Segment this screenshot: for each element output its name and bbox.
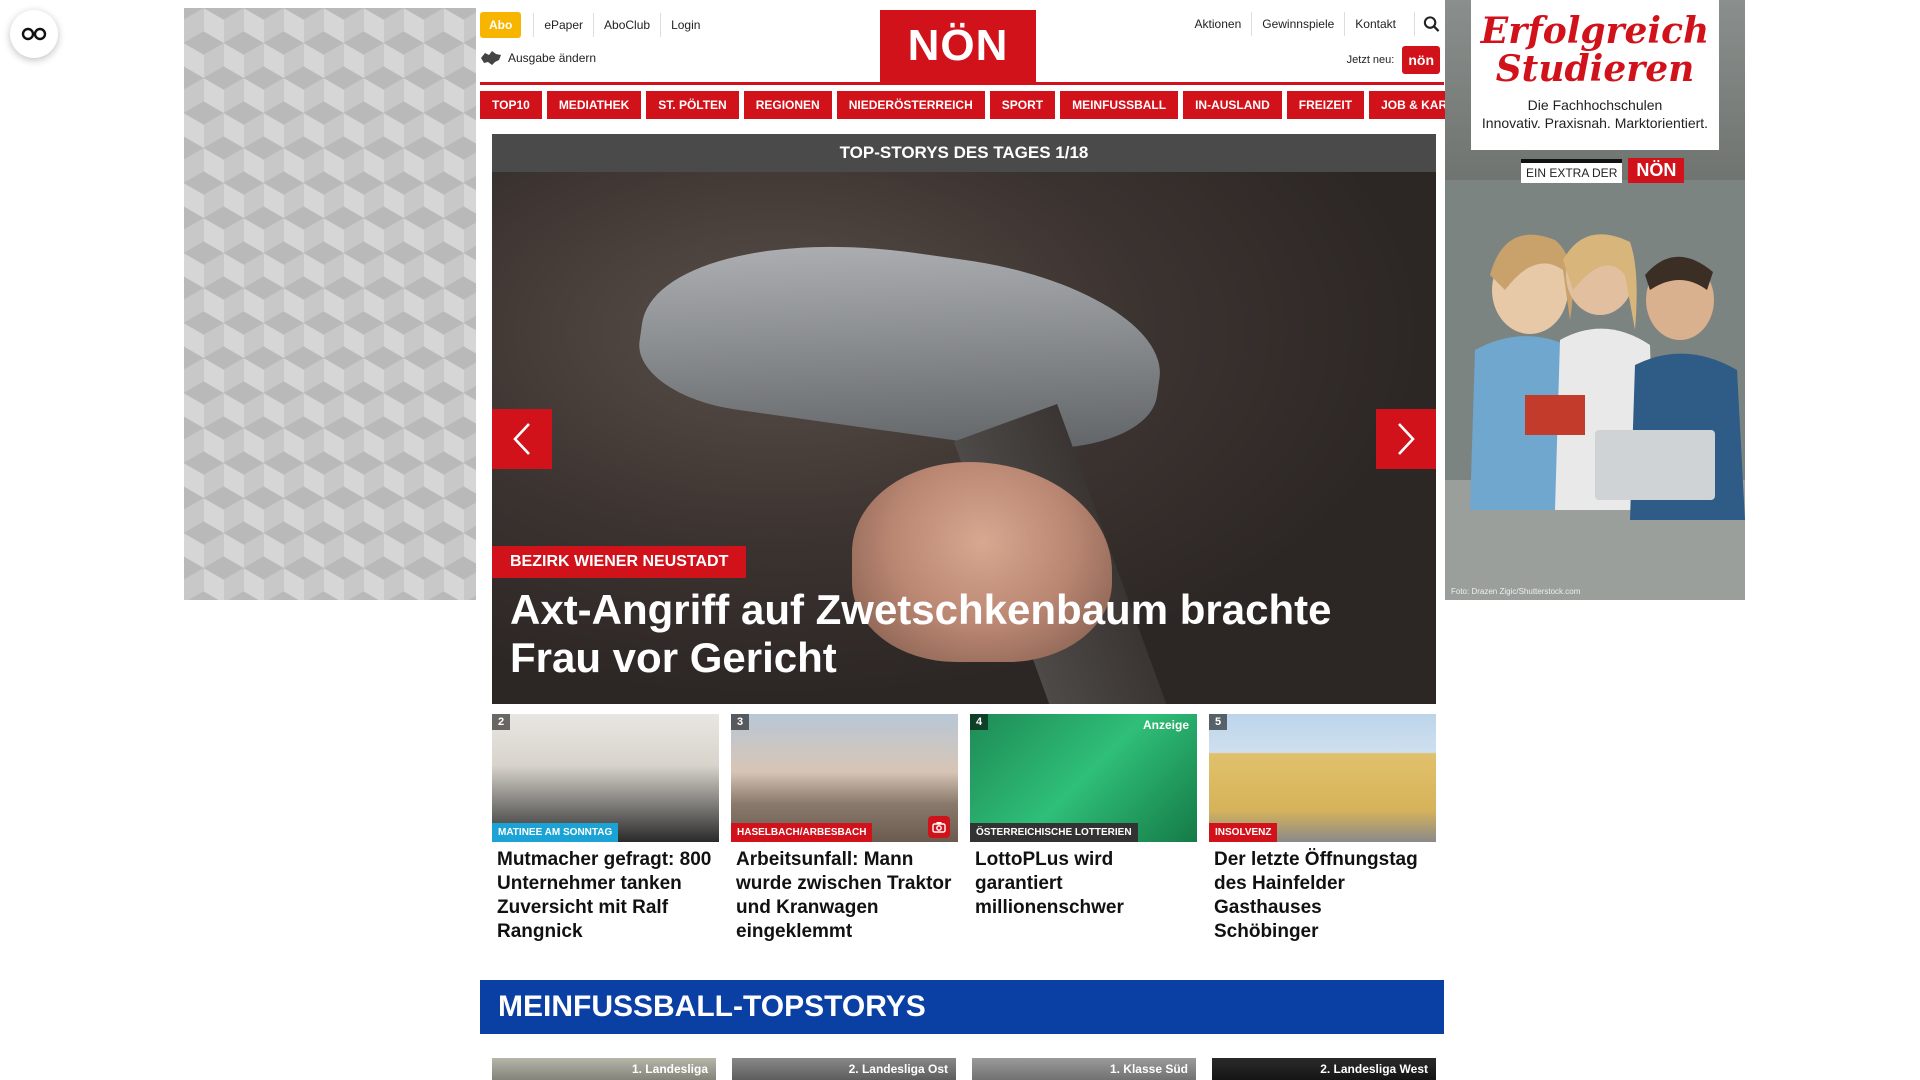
story-tag: MATINEE AM SONNTAG <box>492 823 619 842</box>
jetzt-neu-label: Jetzt neu: <box>1346 54 1395 66</box>
story-card[interactable]: 4 Anzeige ÖSTERREICHISCHE LOTTERIEN Lott… <box>970 714 1197 944</box>
top-right-links: Aktionen Gewinnspiele Kontakt <box>1185 12 1440 36</box>
ausgabe-aendern-link[interactable]: Ausgabe ändern <box>480 50 596 66</box>
story-image[interactable]: 5 INSOLVENZ <box>1209 714 1436 842</box>
nav-mediathek[interactable]: MEDIATHEK <box>546 91 642 119</box>
slider-prev-button[interactable] <box>492 409 552 469</box>
story-tag: ÖSTERREICHISCHE LOTTERIEN <box>970 823 1138 842</box>
story-image[interactable]: 4 Anzeige ÖSTERREICHISCHE LOTTERIEN <box>970 714 1197 842</box>
ad-headline-box: Erfolgreich Studieren Die Fachhochschule… <box>1471 0 1719 150</box>
hero-category-badge[interactable]: BEZIRK WIENER NEUSTADT <box>492 546 747 578</box>
noen-logo[interactable]: NÖN <box>880 10 1036 82</box>
slider-counter: TOP-STORYS DES TAGES 1/18 <box>492 134 1436 172</box>
students-photo <box>1445 180 1745 600</box>
story-title[interactable]: LottoPLus wird garantiert millionenschwe… <box>970 842 1197 920</box>
nav-sport[interactable]: SPORT <box>989 91 1056 119</box>
nav-top10[interactable]: TOP10 <box>480 91 542 119</box>
league-label: 2. Landesliga West <box>1320 1062 1428 1076</box>
nav-niederoesterreich[interactable]: NIEDERÖSTERREICH <box>836 91 985 119</box>
story-image[interactable]: 2 MATINEE AM SONNTAG <box>492 714 719 842</box>
story-image[interactable]: 3 HASELBACH/ARBESBACH <box>731 714 958 842</box>
nav-regionen[interactable]: REGIONEN <box>743 91 832 119</box>
camera-icon <box>928 816 950 838</box>
slider-next-button[interactable] <box>1376 409 1436 469</box>
story-title[interactable]: Arbeitsunfall: Mann wurde zwischen Trakt… <box>731 842 958 944</box>
nav-in-ausland[interactable]: IN-AUSLAND <box>1183 91 1282 119</box>
aktionen-link[interactable]: Aktionen <box>1185 12 1252 36</box>
story-title[interactable]: Mutmacher gefragt: 800 Unternehmer tanke… <box>492 842 719 944</box>
search-icon[interactable] <box>1414 12 1440 36</box>
austria-map-icon <box>481 51 501 65</box>
abo-button[interactable]: Abo <box>480 12 522 38</box>
main-navigation: TOP10 MEDIATHEK ST. PÖLTEN REGIONEN NIED… <box>480 82 1496 120</box>
chevron-right-icon <box>1398 423 1415 455</box>
login-link[interactable]: Login <box>660 13 710 37</box>
ad-extra-logo: NÖN <box>1628 158 1685 183</box>
football-story-card[interactable]: 1. Landesliga <box>492 1058 716 1080</box>
story-cards: 2 MATINEE AM SONNTAG Mutmacher gefragt: … <box>492 714 1436 944</box>
league-label: 2. Landesliga Ost <box>848 1062 948 1076</box>
ad-photo-credit: Foto: Drazen Zigic/Shutterstock.com <box>1451 587 1581 596</box>
meinfussball-cards: 1. Landesliga 2. Landesliga Ost 1. Klass… <box>492 1058 1436 1080</box>
story-title[interactable]: Der letzte Öffnungstag des Hainfelder Ga… <box>1209 842 1436 944</box>
football-story-card[interactable]: 2. Landesliga West <box>1212 1058 1436 1080</box>
left-skyscraper-ad[interactable] <box>184 8 476 600</box>
story-card[interactable]: 3 HASELBACH/ARBESBACH Arbeitsunfall: Man… <box>731 714 958 944</box>
story-number: 3 <box>731 714 750 730</box>
nav-freizeit[interactable]: FREIZEIT <box>1286 91 1365 119</box>
league-label: 1. Landesliga <box>631 1062 708 1076</box>
top-left-links: Abo ePaper AboClub Login <box>480 12 710 38</box>
story-card[interactable]: 2 MATINEE AM SONNTAG Mutmacher gefragt: … <box>492 714 719 944</box>
story-tag: INSOLVENZ <box>1209 823 1278 842</box>
ad-sub-line2: Innovativ. Praxisnah. Marktorientiert. <box>1481 115 1709 131</box>
anzeige-label: Anzeige <box>1142 718 1189 732</box>
nav-meinfussball[interactable]: MEINFUSSBALL <box>1060 91 1179 119</box>
story-number: 5 <box>1209 714 1228 730</box>
axe-blade <box>632 216 1172 468</box>
aboclub-link[interactable]: AboClub <box>593 13 660 37</box>
right-skyscraper-ad[interactable]: Erfolgreich Studieren Die Fachhochschule… <box>1445 0 1745 600</box>
kontakt-link[interactable]: Kontakt <box>1344 12 1406 36</box>
jetzt-neu-promo[interactable]: Jetzt neu: nön <box>1347 46 1440 74</box>
story-tag: HASELBACH/ARBESBACH <box>731 823 873 842</box>
ad-extra-badge: EIN EXTRA DER NÖN <box>1521 158 1685 183</box>
ad-extra-text: EIN EXTRA DER <box>1521 158 1623 183</box>
glasses-icon <box>21 27 47 41</box>
top-story-slider[interactable]: TOP-STORYS DES TAGES 1/18 BEZIRK WIENER … <box>492 134 1436 704</box>
accessibility-toggle-button[interactable] <box>10 10 58 58</box>
story-card[interactable]: 5 INSOLVENZ Der letzte Öffnungstag des H… <box>1209 714 1436 944</box>
gewinnspiele-link[interactable]: Gewinnspiele <box>1251 12 1344 36</box>
nav-st-poelten[interactable]: ST. PÖLTEN <box>646 91 739 119</box>
ad-sub-line1: Die Fachhochschulen <box>1527 97 1663 113</box>
ad-title-line2: Studieren <box>1495 48 1695 90</box>
meinfussball-section-title[interactable]: MEINFUSSBALL-TOPSTORYS <box>480 980 1444 1034</box>
site-header: Abo ePaper AboClub Login Ausgabe ändern … <box>480 8 1440 84</box>
chevron-left-icon <box>513 423 530 455</box>
football-story-card[interactable]: 2. Landesliga Ost <box>732 1058 956 1080</box>
football-story-card[interactable]: 1. Klasse Süd <box>972 1058 1196 1080</box>
story-number: 2 <box>492 714 511 730</box>
ausgabe-label: Ausgabe ändern <box>508 51 597 65</box>
league-label: 1. Klasse Süd <box>1109 1062 1188 1076</box>
hero-headline[interactable]: Axt-Angriff auf Zwetschkenbaum brachte F… <box>510 586 1410 682</box>
epaper-link[interactable]: ePaper <box>533 13 593 37</box>
page: Abo ePaper AboClub Login Ausgabe ändern … <box>0 0 1920 1080</box>
nachrichten-app-logo: nön <box>1402 46 1440 74</box>
ad-title-line1: Erfolgreich <box>1480 10 1710 52</box>
story-number: 4 <box>970 714 989 730</box>
